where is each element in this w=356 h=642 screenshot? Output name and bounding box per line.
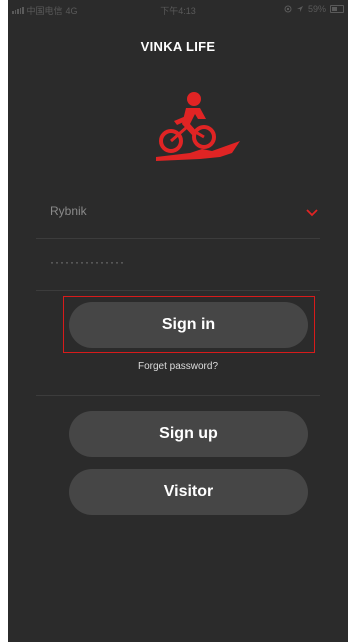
orientation-lock-icon — [284, 5, 292, 13]
phone-screen: 中国电信 4G 下午4:13 59% VINKA LIFE Rybnik ···… — [8, 0, 348, 642]
app-title: VINKA LIFE — [140, 39, 216, 54]
status-bar: 中国电信 4G 下午4:13 59% — [8, 0, 348, 18]
status-right: 59% — [284, 4, 344, 14]
sign-up-button[interactable]: Sign up — [69, 411, 308, 457]
battery-percent: 59% — [307, 4, 326, 14]
password-value: ··············· — [50, 255, 125, 269]
password-field[interactable]: ··············· — [36, 242, 320, 291]
battery-icon — [330, 5, 344, 13]
sign-in-button[interactable]: Sign in — [69, 302, 308, 348]
location-arrow-icon — [296, 6, 303, 12]
visitor-button[interactable]: Visitor — [69, 469, 308, 515]
chevron-down-icon[interactable] — [306, 208, 318, 218]
cyclist-logo-icon — [156, 92, 240, 161]
divider — [36, 395, 320, 396]
city-value: Rybnik — [50, 204, 87, 218]
city-select[interactable]: Rybnik — [36, 190, 320, 239]
forget-password-link[interactable]: Forget password? — [8, 361, 348, 372]
